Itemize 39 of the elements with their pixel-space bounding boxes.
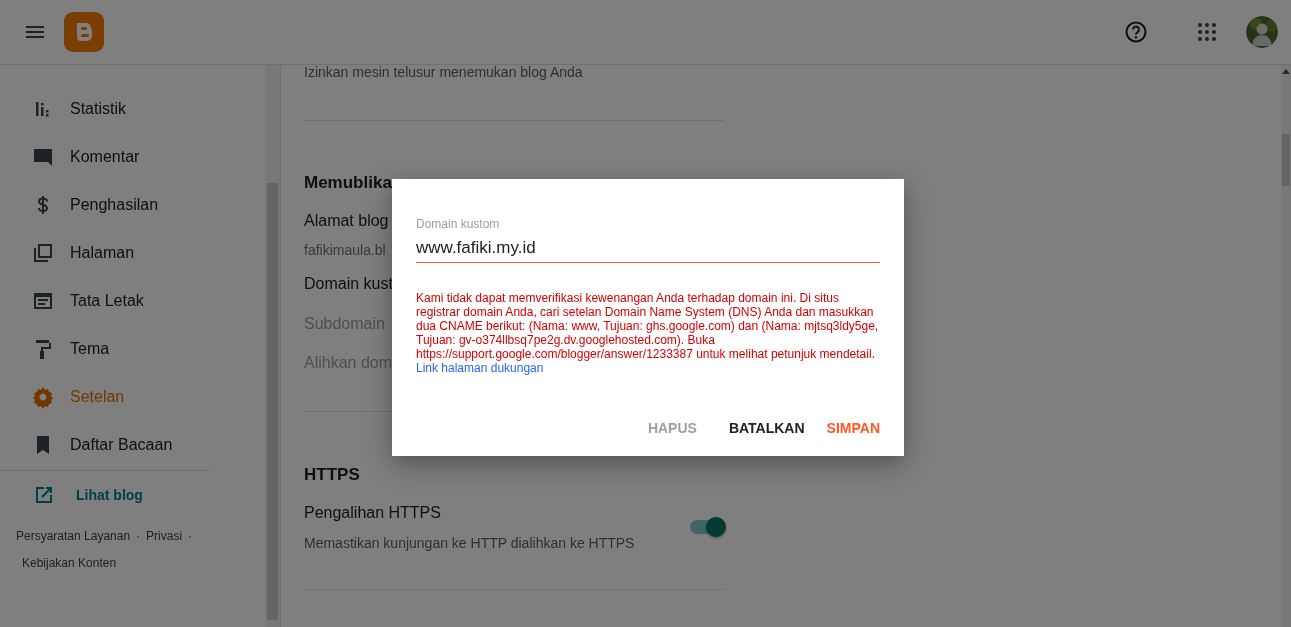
section-title: HTTPS: [304, 465, 360, 486]
setting-title: Domain kust: [304, 275, 393, 294]
error-message: Kami tidak dapat memverifikasi kewenangan Anda terhadap domain ini. Di situs registrar domain Anda, cari setelan Domain Name System (DNS) Anda dan masukkan dua CNAME berikut: (Nama: www, Tujuan: ghs.google.com) dan (Nama: mjtsq3ldy5ge, Tujuan: gv-o374llbsq7pe2g.dv.googlehosted.com). Buka https://support.google.com/blogger/answer/1233387 untuk melihat petunjuk mendetail. Link halaman dukungan: [416, 291, 880, 375]
section-title: Memublika: [304, 173, 392, 194]
support-link[interactable]: Link halaman dukungan: [416, 361, 544, 375]
scrollbar[interactable]: [1281, 65, 1291, 627]
footer-link[interactable]: Kebijakan Konten: [22, 550, 117, 577]
view-blog-link[interactable]: Lihat blog: [0, 471, 202, 519]
footer-link[interactable]: Privasi: [146, 523, 183, 550]
help-icon[interactable]: [1124, 20, 1148, 44]
setting-title: Alamat blog: [304, 212, 389, 231]
sidebar-item[interactable]: Statistik: [0, 85, 234, 133]
logo-icon[interactable]: [64, 12, 104, 52]
separator-dot: ·: [136, 528, 141, 545]
sidebar-item[interactable]: Komentar: [0, 133, 234, 181]
setting-description: Izinkan mesin telusur menemukan blog Anda: [304, 65, 584, 80]
footer-link[interactable]: Persyaratan Layanan: [16, 523, 131, 550]
setting-description: Memastikan kunjungan ke HTTP dialihkan ke HTTPS: [304, 535, 635, 551]
scrollbar-thumb[interactable]: [1282, 134, 1290, 186]
sidebar-item[interactable]: Tema: [0, 325, 234, 373]
save-button[interactable]: SIMPAN: [818, 412, 888, 444]
settings-icon: [31, 385, 55, 409]
apps-icon[interactable]: [1198, 23, 1216, 41]
avatar-icon[interactable]: [1246, 16, 1278, 48]
menu-icon[interactable]: [26, 26, 44, 38]
sidebar-item[interactable]: Daftar Bacaan: [0, 421, 234, 469]
setting-value[interactable]: fafikimaula.bl: [304, 242, 386, 258]
sidebar-item[interactable]: Penghasilan: [0, 181, 234, 229]
scroll-up-arrow-icon[interactable]: [1282, 69, 1290, 74]
toggle-switch[interactable]: [690, 520, 724, 534]
separator-dot: ·: [188, 528, 193, 545]
field-label: Domain kustom: [416, 217, 500, 231]
scrollbar[interactable]: [265, 65, 280, 627]
cancel-button[interactable]: BATALKAN: [720, 412, 813, 444]
pages-icon: [31, 241, 55, 265]
domain-input-field[interactable]: www.fafiki.my.id: [416, 233, 880, 263]
sidebar-item[interactable]: Tata Letak: [0, 277, 234, 325]
setting-title: Pengalihan HTTPS: [304, 504, 441, 523]
sidebar-item[interactable]: Halaman: [0, 229, 234, 277]
